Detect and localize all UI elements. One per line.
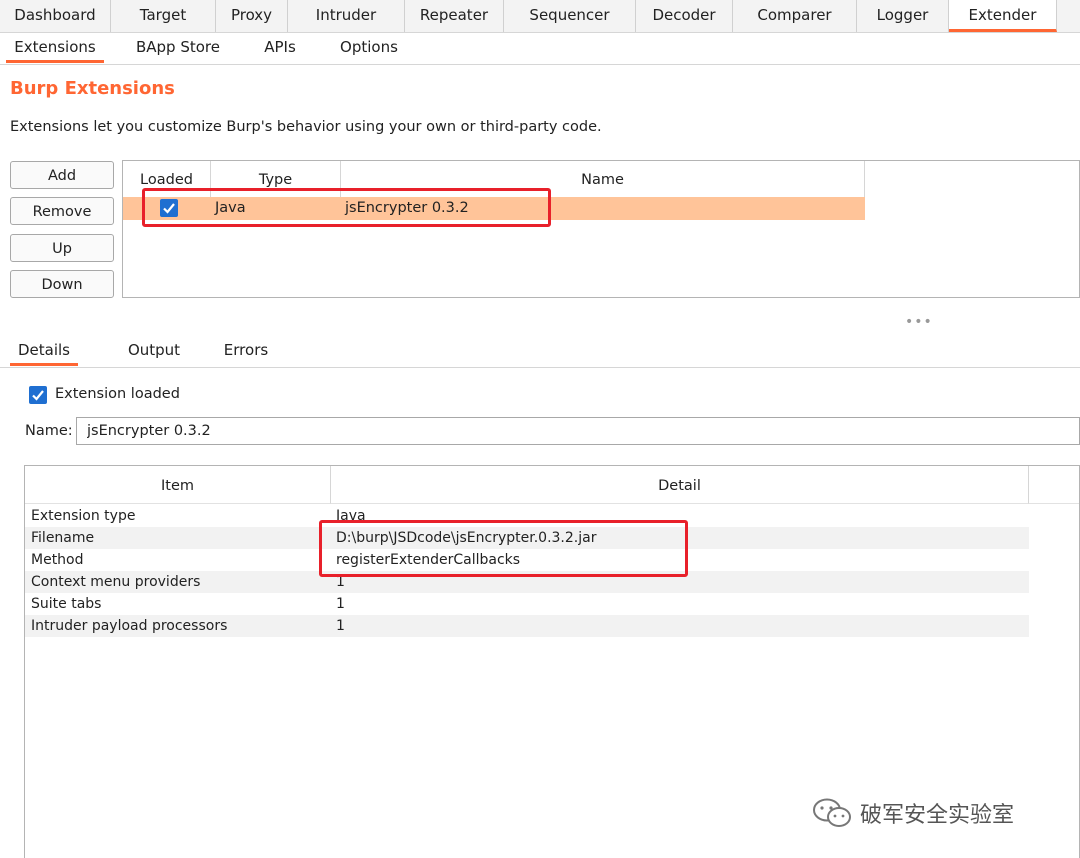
tab-target[interactable]: Target	[111, 0, 216, 32]
splitter-handle-icon[interactable]: •••	[905, 314, 933, 330]
detail-cell: 1	[336, 596, 345, 612]
sub-tab-bar: Extensions BApp Store APIs Options	[0, 33, 1080, 65]
item-cell: Intruder payload processors	[31, 618, 228, 634]
main-tab-bar: Dashboard Target Proxy Intruder Repeater…	[0, 0, 1080, 33]
down-button[interactable]: Down	[10, 270, 114, 298]
up-button[interactable]: Up	[10, 234, 114, 262]
subtab-extensions[interactable]: Extensions	[6, 33, 104, 63]
annotation-box-file-details	[319, 520, 688, 577]
tab-proxy[interactable]: Proxy	[216, 0, 288, 32]
tab-logger[interactable]: Logger	[857, 0, 949, 32]
annotation-box-extension-row	[142, 188, 551, 227]
tab-output[interactable]: Output	[120, 336, 188, 366]
name-field[interactable]	[76, 417, 1080, 445]
add-button[interactable]: Add	[10, 161, 114, 189]
extension-loaded-label: Extension loaded	[55, 386, 180, 402]
tab-sequencer[interactable]: Sequencer	[504, 0, 636, 32]
tab-repeater[interactable]: Repeater	[405, 0, 504, 32]
item-cell: Context menu providers	[31, 574, 201, 590]
table-row[interactable]: Suite tabs 1	[25, 593, 1029, 615]
item-cell: Extension type	[31, 508, 136, 524]
watermark-text: 破军安全实验室	[860, 803, 1015, 828]
subtab-options[interactable]: Options	[332, 33, 406, 63]
item-cell: Method	[31, 552, 84, 568]
column-header-item[interactable]: Item	[25, 466, 331, 504]
column-header-detail[interactable]: Detail	[331, 466, 1029, 504]
column-header-filler	[1029, 466, 1079, 504]
extensions-table: Loaded Type Name Java jsEncrypter 0.3.2	[122, 160, 1080, 298]
tab-details[interactable]: Details	[10, 336, 78, 366]
page-title: Burp Extensions	[10, 78, 175, 99]
watermark: 破军安全实验室	[812, 795, 1052, 829]
tab-dashboard[interactable]: Dashboard	[0, 0, 111, 32]
wechat-icon	[813, 798, 851, 827]
extension-loaded-checkbox[interactable]	[29, 386, 47, 404]
item-cell: Suite tabs	[31, 596, 102, 612]
page-description: Extensions let you customize Burp's beha…	[10, 119, 602, 135]
item-cell: Filename	[31, 530, 95, 546]
name-label: Name:	[25, 423, 73, 439]
table-row[interactable]: Intruder payload processors 1	[25, 615, 1029, 637]
tab-decoder[interactable]: Decoder	[636, 0, 733, 32]
tab-errors[interactable]: Errors	[214, 336, 278, 366]
subtab-bapp-store[interactable]: BApp Store	[130, 33, 226, 63]
tab-extender[interactable]: Extender	[949, 0, 1057, 32]
detail-tab-bar: Details Output Errors	[0, 336, 1080, 368]
remove-button[interactable]: Remove	[10, 197, 114, 225]
subtab-apis[interactable]: APIs	[254, 33, 306, 63]
checkmark-icon	[32, 390, 44, 401]
tab-intruder[interactable]: Intruder	[288, 0, 405, 32]
tab-comparer[interactable]: Comparer	[733, 0, 857, 32]
detail-cell: 1	[336, 618, 345, 634]
